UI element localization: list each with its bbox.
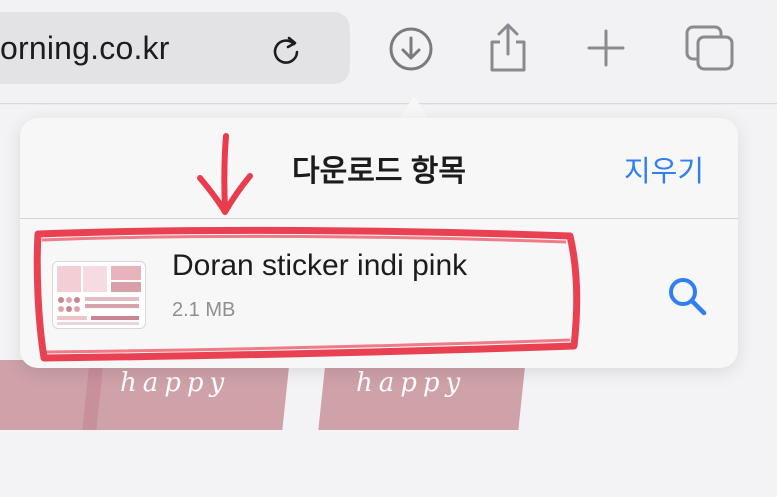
file-size: 2.1 MB: [172, 299, 236, 321]
url-text[interactable]: orning.co.kr: [0, 30, 170, 67]
share-icon[interactable]: [486, 22, 530, 74]
popover-arrow: [398, 96, 430, 120]
address-bar[interactable]: orning.co.kr: [0, 12, 350, 84]
tabs-overview-icon[interactable]: [684, 24, 736, 72]
file-name: Doran sticker indi pink: [172, 249, 468, 282]
clear-button[interactable]: 지우기: [624, 148, 704, 190]
download-item[interactable]: Doran sticker indi pink 2.1 MB: [20, 219, 738, 368]
browser-toolbar: orning.co.kr: [0, 0, 777, 104]
file-thumbnail: [52, 261, 146, 329]
new-tab-icon[interactable]: [586, 28, 626, 68]
download-icon[interactable]: [388, 26, 434, 72]
reload-icon[interactable]: [270, 34, 302, 66]
decorative-word: happy: [356, 368, 467, 398]
magnifier-icon[interactable]: [666, 275, 708, 317]
decorative-word: happy: [120, 368, 231, 398]
downloads-popover: 다운로드 항목 지우기 Doran sticker indi pink 2.1 …: [20, 118, 738, 368]
